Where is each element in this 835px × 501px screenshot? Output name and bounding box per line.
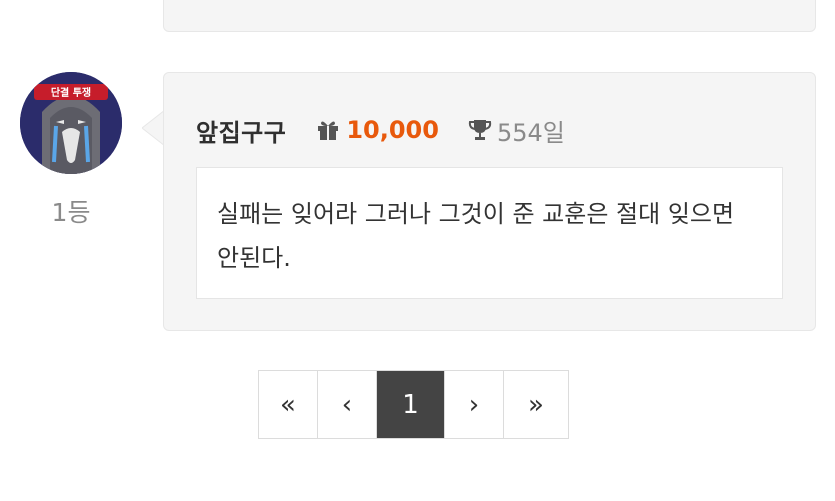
comment-text: 실패는 잊어라 그러나 그것이 준 교훈은 절대 잊으면 안된다. [217, 200, 735, 272]
avatar-caption: 단결 투쟁 [51, 86, 91, 99]
comment-section: 단결 투쟁 1등 앞집구구 10,000 554일 실패는 잊어라 그러나 그것… [0, 0, 835, 501]
nickname[interactable]: 앞집구구 [196, 113, 286, 148]
trophy-icon [467, 118, 493, 142]
pagination: « ‹ 1 › » [258, 370, 569, 439]
last-page-button[interactable]: » [504, 371, 568, 438]
first-page-button[interactable]: « [259, 371, 318, 438]
comment-body: 실패는 잊어라 그러나 그것이 준 교훈은 절대 잊으면 안된다. [196, 167, 783, 299]
days-value: 554일 [496, 118, 565, 147]
previous-comment-card [163, 0, 816, 32]
page-button-current[interactable]: 1 [377, 371, 445, 438]
comment-card: 앞집구구 10,000 554일 실패는 잊어라 그러나 그것이 준 교훈은 절… [163, 72, 816, 331]
gift-icon [316, 119, 340, 141]
previous-page-button[interactable]: ‹ [318, 371, 377, 438]
rank-label: 1등 [51, 198, 91, 227]
points-value: 10,000 [346, 116, 439, 144]
comment-meta: 앞집구구 10,000 554일 [196, 113, 565, 147]
next-page-button[interactable]: › [445, 371, 504, 438]
avatar[interactable]: 단결 투쟁 [20, 72, 122, 174]
